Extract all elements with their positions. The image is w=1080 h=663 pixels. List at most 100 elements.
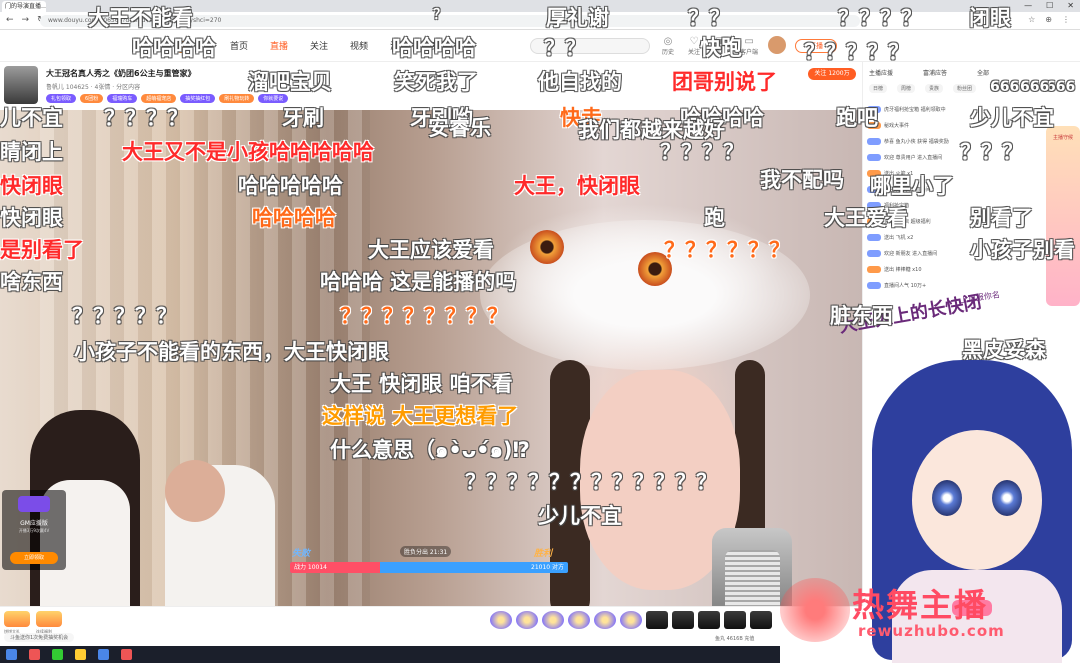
level-badge	[867, 249, 881, 257]
gift-bar: 饼饼大礼 连续福利 斗鱼送你1次免费抽奖机会 鱼丸 4616B 充值	[0, 606, 862, 646]
level-badge	[867, 265, 881, 273]
pk-progress-bar: 战力 10014 21010 对方	[290, 562, 568, 573]
rank-tab-week[interactable]: 周榜	[897, 84, 916, 93]
pk-status: 胜负分出 21:31	[400, 546, 452, 557]
nav-game[interactable]: 游戏	[390, 39, 408, 52]
room-title: 大王冠名真人秀之《奶团6公主与重管家》	[46, 69, 196, 78]
back-icon[interactable]: ←	[6, 15, 14, 25]
gift-icon[interactable]	[698, 611, 720, 629]
monitor-icon: ▭	[744, 36, 754, 47]
room-tag[interactable]: 抽奖抽红包	[180, 94, 216, 103]
menu-icon[interactable]: ⋮	[1062, 15, 1070, 24]
watermark-url: rewuzhubo.com	[858, 622, 1005, 640]
tab-answer[interactable]: 富浦应答	[923, 68, 947, 77]
video-player[interactable]	[0, 110, 862, 606]
nav-event[interactable]: 赛事	[430, 39, 448, 52]
vtuber-eye	[992, 480, 1022, 516]
url-field[interactable]: www.douyu.com/106565?dyshid=0-38ffc2...&…	[40, 15, 860, 27]
gift-icon[interactable]	[490, 611, 512, 629]
gift-icon[interactable]	[594, 611, 616, 629]
open-live-button[interactable]: 开播	[795, 39, 837, 53]
room-tag[interactable]: 超萌福宠店	[141, 94, 177, 103]
room-tag[interactable]: 刷礼物玩转	[219, 94, 255, 103]
lottery-notice[interactable]: 斗鱼送你1次免费抽奖机会	[4, 633, 75, 642]
hat-eyes	[520, 222, 680, 286]
room-tags: 礼包领取 6团粉 福瑞购车 超萌福宠店 抽奖抽红包 刷礼物玩转 你就要说	[46, 94, 289, 103]
os-taskbar	[0, 646, 780, 663]
watermark-brand: 热舞主播	[852, 586, 989, 624]
gift-icon[interactable]	[724, 611, 746, 629]
gift-icon[interactable]	[750, 611, 772, 629]
app-icon[interactable]	[98, 649, 109, 660]
follow-button[interactable]: 关注 1200万	[808, 68, 856, 80]
tab-support[interactable]: 主播应援	[869, 68, 893, 77]
app-icon[interactable]	[52, 649, 63, 660]
gift-left-group: 饼饼大礼 连续福利	[4, 611, 62, 634]
app-icon[interactable]	[121, 649, 132, 660]
gift-icon[interactable]	[620, 611, 642, 629]
site-header: ◉ 首页 直播 关注 视频 游戏 赛事 ◎ 历史 ♡ 关注 ▣ 福利 ▭ 客户端 开播	[0, 30, 1080, 62]
gift-icon[interactable]	[516, 611, 538, 629]
heart-icon: ♡	[689, 36, 699, 47]
side-promo-banner[interactable]: 主播守候	[1046, 126, 1080, 306]
gift-icon: ▣	[715, 36, 725, 47]
bookmark-star-icon[interactable]: ☆	[1028, 15, 1035, 24]
rank-tab-day[interactable]: 日榜	[869, 84, 888, 93]
gift-icon[interactable]	[568, 611, 590, 629]
room-tag[interactable]: 你就要说	[258, 94, 289, 103]
nav-live[interactable]: 直播	[270, 39, 288, 52]
watermark-logo	[780, 578, 850, 642]
taskbar-icons	[6, 649, 132, 660]
gift-item[interactable]	[36, 611, 62, 627]
nav-follow[interactable]: 关注	[310, 39, 328, 52]
window-controls: — ☐ ✕	[1024, 0, 1074, 12]
app-icon[interactable]	[29, 649, 40, 660]
rank-tabs: 日榜 周榜 贵族 粉丝团	[869, 84, 977, 93]
browser-tab[interactable]: 门的导演直播…	[2, 1, 46, 12]
gift-icon[interactable]	[672, 611, 694, 629]
gift-icon[interactable]	[542, 611, 564, 629]
room-tag[interactable]: 礼包领取	[46, 94, 77, 103]
history-icon: ◎	[663, 36, 673, 47]
level-badge	[867, 169, 881, 177]
welfare-button[interactable]: ▣ 福利	[714, 36, 726, 56]
middle-person-head	[165, 460, 225, 522]
address-bar-icons: ☆ ⊕ ⋮	[1028, 15, 1070, 24]
streamer-avatar[interactable]	[4, 66, 38, 104]
pk-left-value: 战力 10014	[294, 564, 327, 571]
nav-home[interactable]: 首页	[230, 39, 248, 52]
level-badge	[867, 121, 881, 129]
gm-claim-button[interactable]: 立即领取	[10, 552, 58, 564]
follow-list-button[interactable]: ♡ 关注	[688, 36, 700, 56]
start-icon[interactable]	[6, 649, 17, 660]
close-icon[interactable]: ✕	[1067, 0, 1074, 12]
search-input[interactable]	[530, 38, 650, 54]
history-button[interactable]: ◎ 历史	[662, 36, 674, 56]
level-badge	[867, 137, 881, 145]
tab-all[interactable]: 全部	[977, 68, 989, 77]
extensions-icon[interactable]: ⊕	[1045, 15, 1052, 24]
nav-video[interactable]: 视频	[350, 39, 368, 52]
rank-tab-noble[interactable]: 贵族	[925, 84, 944, 93]
recharge-info[interactable]: 鱼丸 4616B 充值	[715, 635, 754, 642]
room-tag[interactable]: 6团粉	[80, 94, 104, 103]
gift-item[interactable]	[4, 611, 30, 627]
gm-support-card[interactable]: GM应援版 开播3万9次赢4V 立即领取	[2, 490, 66, 570]
rank-tab-fans[interactable]: 粉丝团	[953, 84, 977, 93]
maximize-icon[interactable]: ☐	[1046, 0, 1053, 12]
level-badge	[867, 153, 881, 161]
sidebar-tabs: 主播应援 富浦应答 全部	[869, 68, 989, 77]
level-badge	[867, 281, 881, 289]
user-avatar[interactable]	[768, 36, 786, 54]
gift-icon[interactable]	[646, 611, 668, 629]
douyu-logo[interactable]: ◉	[174, 36, 188, 55]
address-bar: ← → ↻ www.douyu.com/106565?dyshid=0-38ff…	[0, 12, 1080, 30]
chat-message: 虎牙福利抢宝箱 福利领取中	[867, 102, 1077, 116]
gift-list	[490, 611, 772, 629]
app-icon[interactable]	[75, 649, 86, 660]
forward-icon[interactable]: →	[22, 15, 30, 25]
room-tag[interactable]: 福瑞购车	[107, 94, 138, 103]
client-button[interactable]: ▭ 客户端	[740, 36, 758, 56]
level-badge	[867, 233, 881, 241]
minimize-icon[interactable]: —	[1024, 0, 1032, 12]
